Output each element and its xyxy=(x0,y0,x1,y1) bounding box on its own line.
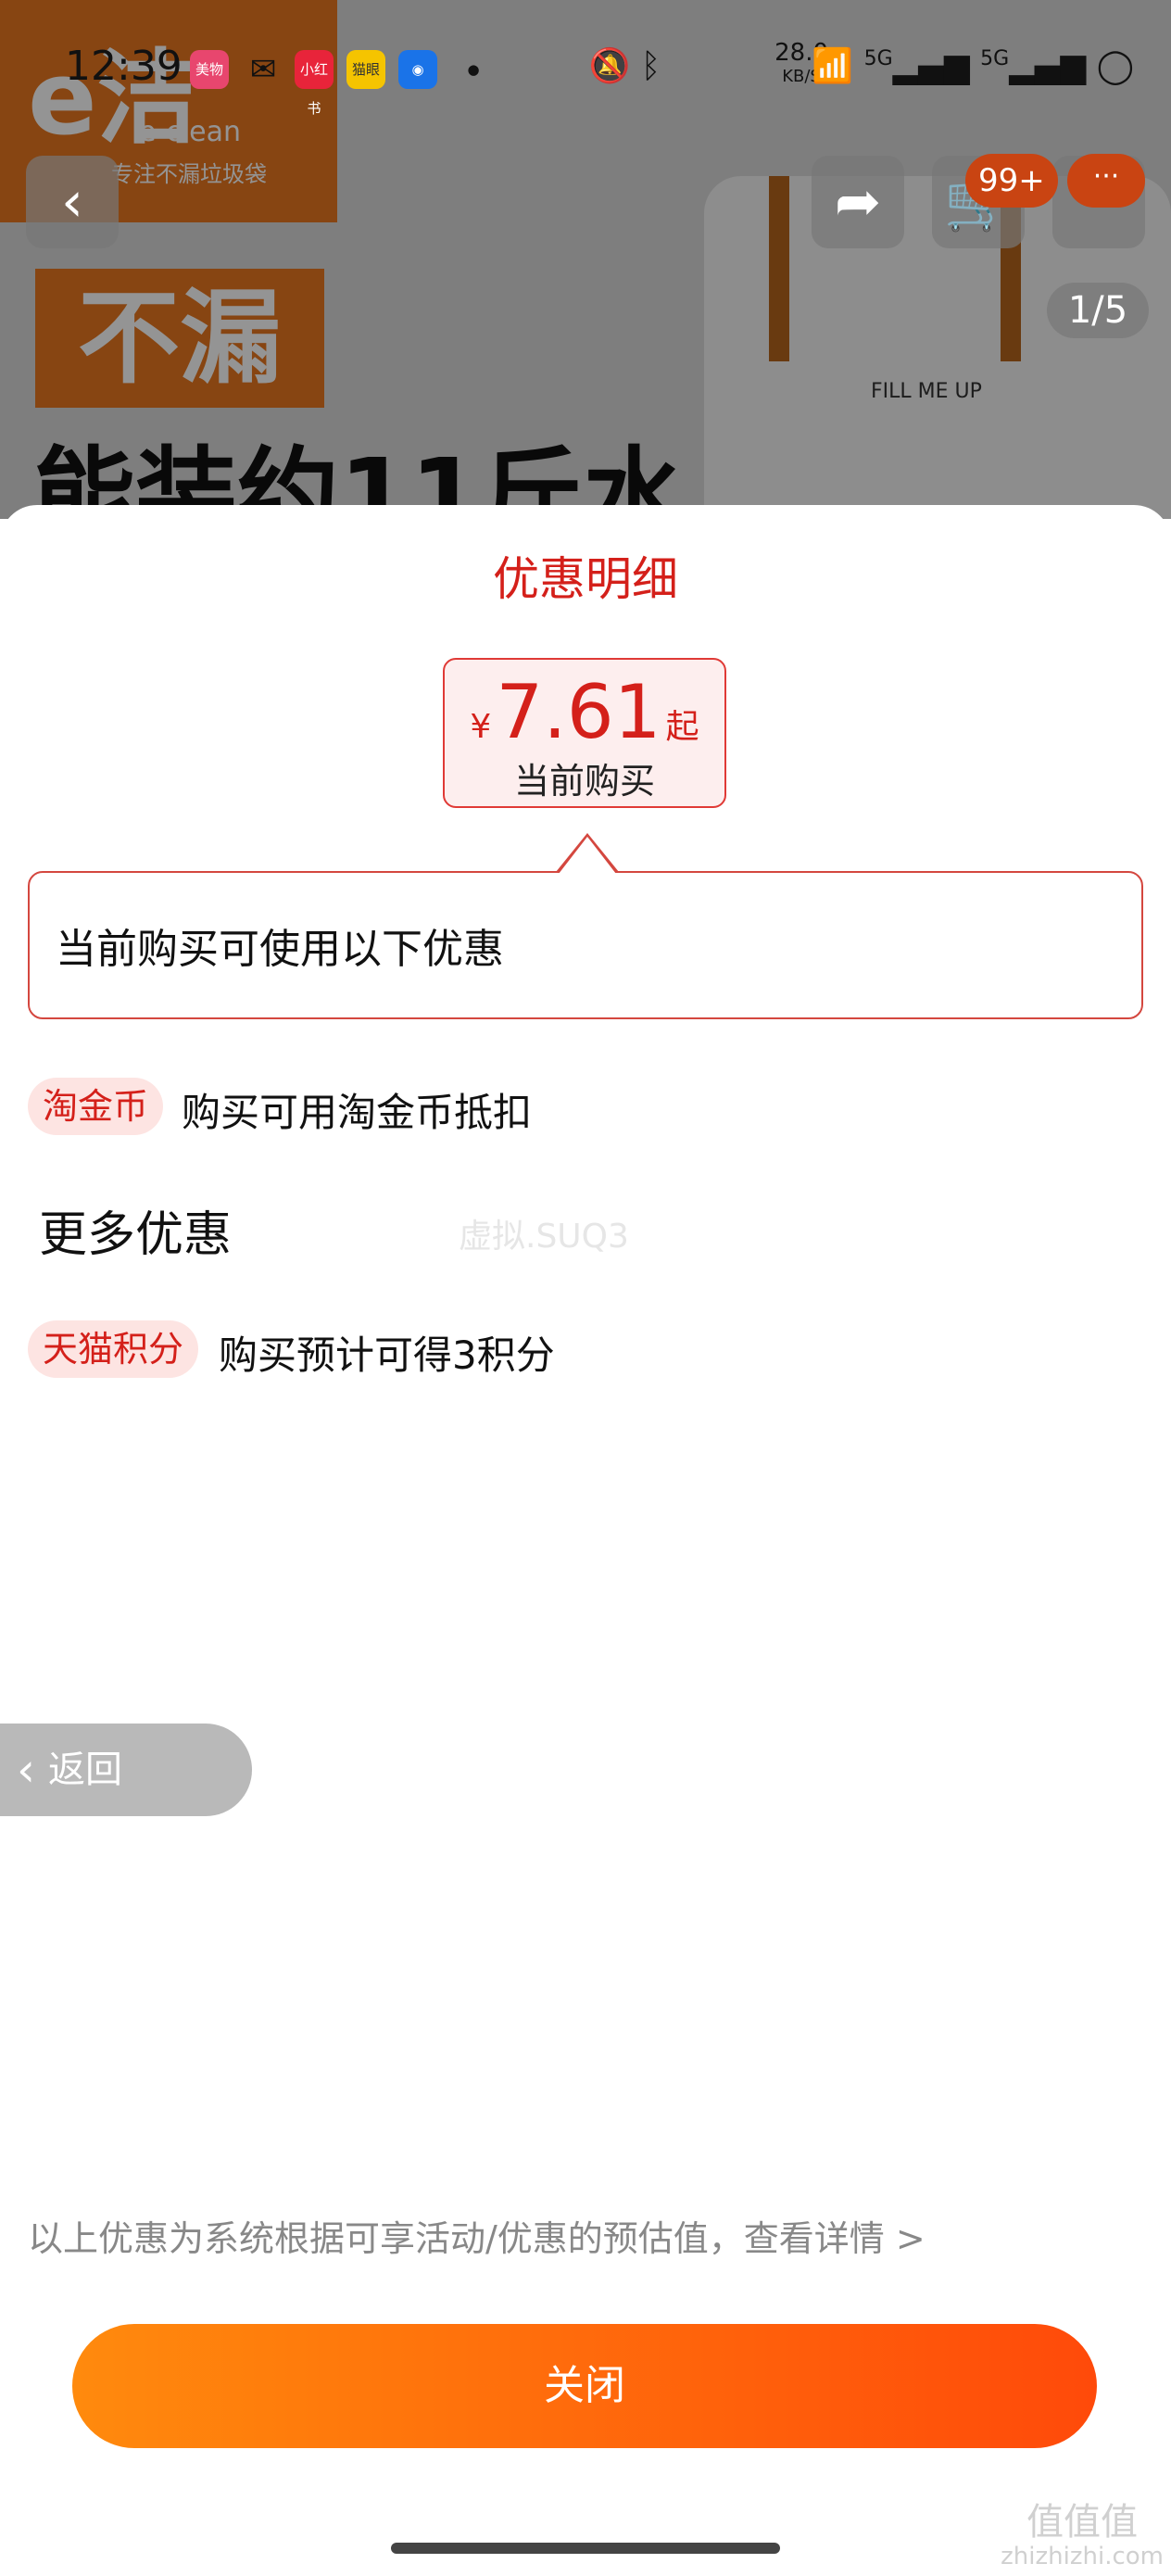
callout-box: 当前购买可使用以下优惠 xyxy=(28,871,1143,1019)
bluetooth-icon: ᛒ xyxy=(640,47,661,85)
taojinbi-tag: 淘金币 xyxy=(28,1078,164,1135)
currency-symbol: ¥ xyxy=(470,708,492,746)
more-menu-badge[interactable]: ··· xyxy=(1067,154,1145,208)
floating-back-button[interactable]: ‹ 返回 xyxy=(0,1724,252,1816)
chevron-left-icon: ‹ xyxy=(17,1743,35,1797)
mute-icon: 🔕 xyxy=(588,47,631,85)
price-suffix: 起 xyxy=(665,708,699,746)
status-bar: 12:39 美物 ✉ 小红书 猫眼 ◉ ● 28.0 KB/S 🔕 ᛒ 📶 5G… xyxy=(0,37,1171,117)
discount-detail-sheet: 优惠明细 ¥ 7.61 起 当前购买 当前购买可使用以下优惠 淘金币 购买可用淘… xyxy=(0,505,1171,2576)
chevron-left-icon: ‹ xyxy=(61,170,83,234)
status-time: 12:39 xyxy=(65,43,183,90)
callout-text: 当前购买可使用以下优惠 xyxy=(56,926,504,973)
corner-watermark-line1: 值值值 xyxy=(1026,2501,1139,2544)
net-label-1: 5G xyxy=(863,47,893,70)
sheet-title: 优惠明细 xyxy=(493,552,678,606)
app-icon-blue: ◉ xyxy=(398,50,437,89)
price-row: ¥ 7.61 起 xyxy=(445,669,724,755)
corner-watermark: 值值值 zhizhizhi.com xyxy=(1001,2502,1164,2570)
callout-pointer-fill xyxy=(559,837,616,874)
app-icon-meiwu: 美物 xyxy=(190,50,229,89)
battery-icon: ◯ xyxy=(1096,47,1134,85)
share-button[interactable]: ➦ xyxy=(812,156,904,248)
more-notifications-dot: ● xyxy=(467,61,480,78)
app-icon-xiaohongshu: 小红书 xyxy=(295,50,334,117)
more-discounts-title: 更多优惠 xyxy=(39,1207,233,1263)
watermark-text: 虚拟.SUQ3 xyxy=(459,1218,629,1256)
close-button[interactable]: 关闭 xyxy=(72,2324,1097,2448)
price-caption: 当前购买 xyxy=(513,761,655,802)
wechat-icon: ✉ xyxy=(249,51,277,88)
signal-icon-2: ▂▄▆ xyxy=(1009,47,1087,85)
tmall-points-tag: 天猫积分 xyxy=(28,1320,199,1378)
current-price-card: ¥ 7.61 起 当前购买 xyxy=(443,658,726,808)
app-icon-maoyan: 猫眼 xyxy=(346,50,385,89)
tmall-points-text: 购买预计可得3积分 xyxy=(219,1332,555,1378)
taojinbi-text: 购买可用淘金币抵扣 xyxy=(182,1090,533,1135)
signal-icon-1: ▂▄▆ xyxy=(892,47,970,85)
image-pager: 1/5 xyxy=(1047,283,1149,338)
corner-watermark-line2: zhizhizhi.com xyxy=(1001,2543,1164,2570)
disclaimer-link[interactable]: 以上优惠为系统根据可享活动/优惠的预估值，查看详情 > xyxy=(28,2210,925,2261)
back-button[interactable]: ‹ xyxy=(26,156,119,248)
cart-badge: 99+ xyxy=(965,154,1058,208)
net-label-2: 5G xyxy=(980,47,1010,70)
home-indicator[interactable] xyxy=(391,2543,780,2554)
wifi-icon: 📶 xyxy=(812,47,854,85)
back-label: 返回 xyxy=(48,1749,122,1791)
status-icons: 🔕 ᛒ 📶 5G▂▄▆ 5G▂▄▆ ◯ xyxy=(589,46,1135,85)
price-amount: 7.61 xyxy=(496,669,661,755)
share-icon: ➦ xyxy=(834,170,882,234)
